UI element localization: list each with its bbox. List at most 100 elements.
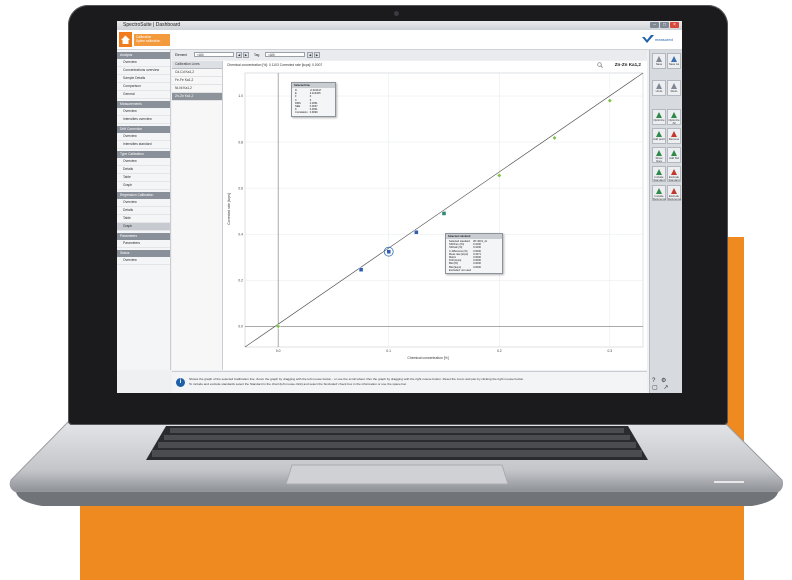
ribbon-button-label: Redo [670, 89, 678, 93]
ribbon-button[interactable]: Optimize All [667, 109, 681, 125]
app-header: Calibration Spline calibration measured [117, 30, 682, 50]
ribbon-button[interactable]: Add point [652, 128, 666, 144]
settings-icon[interactable]: ⚙ [661, 378, 668, 384]
sidebar-item[interactable]: Intensities standard [117, 141, 170, 149]
chart-panel: Chemical concentration [%]: 0.1103 Corre… [223, 61, 647, 370]
sidebar-item[interactable]: Overview [117, 199, 170, 207]
sidebar-item[interactable]: Graph [117, 223, 170, 231]
sidebar-item[interactable]: Concentrations overview [117, 67, 170, 75]
info-icon: i [176, 378, 185, 387]
ribbon-button[interactable]: Save [652, 53, 666, 69]
x-tick-label: 0.0 [276, 349, 281, 353]
sidebar-section-header[interactable]: Analysis [117, 52, 170, 59]
sidebar-item[interactable]: Overview [117, 133, 170, 141]
calibration-lines-panel: Calibration Lines Cd-Cd Ka1,2 Fe-Fe Ka1,2… [172, 61, 223, 370]
ribbon-button-label: Remove [668, 137, 680, 141]
sidebar-item[interactable]: Details [117, 207, 170, 215]
help-icon[interactable]: ? [652, 378, 657, 384]
sidebar-item[interactable]: General [117, 91, 170, 99]
camera-icon [394, 11, 399, 16]
ribbon-button[interactable]: Exclude Reference [667, 185, 681, 201]
sidebar-section-header[interactable]: Status [117, 250, 170, 257]
selected-line-popup: Selected line D -0.001617 E 3.213465 F 0 0 0 RMS… [291, 82, 336, 117]
selected-standard-popup-title: Selected standard [446, 234, 502, 239]
tag-label: Tag [254, 53, 260, 57]
ribbon-button[interactable]: Optimize [652, 109, 666, 125]
sidebar-item[interactable]: Sample Details [117, 75, 170, 83]
sidebar-item[interactable]: Table [117, 215, 170, 223]
calibration-name: Zn-Zn Ka1,2 [614, 62, 641, 67]
ribbon-button-label: Include Standard [653, 175, 665, 182]
sidebar-item[interactable]: Overview [117, 158, 170, 166]
sidebar-section-header[interactable]: Regression Calibration [117, 192, 170, 199]
data-point [441, 211, 447, 216]
ribbon-button[interactable]: Include Standard [652, 166, 666, 182]
y-tick-label: 0.0 [238, 324, 243, 328]
breadcrumb[interactable]: Calibration Spline calibration [134, 34, 170, 46]
calibration-line-item[interactable]: Ni-Ni Ka1,2 [172, 85, 222, 93]
home-button[interactable] [119, 32, 132, 47]
popup-value [472, 269, 488, 272]
calibration-line-item[interactable]: Zn-Zn Ka1,2 [172, 93, 222, 101]
ribbon-button-label: Save As [668, 62, 680, 66]
sidebar-item[interactable]: Table [117, 174, 170, 182]
ribbon-button[interactable]: Save As [667, 53, 681, 69]
popup-row: Correlation 0.9999 [294, 111, 322, 114]
ribbon-button-label: Show lines [655, 156, 663, 163]
sidebar-item[interactable]: Overview [117, 108, 170, 116]
calibration-chart[interactable]: 0.0 0.1 0.2 0.3 0.0 0.2 0.4 0.6 0.8 1.0 Chemical … [223, 69, 647, 369]
element-select[interactable]: <All> [194, 52, 234, 57]
ribbon-button[interactable]: Exclude Standard [667, 166, 681, 182]
status-bar: i Shows the graph of the selected Calibr… [172, 371, 647, 393]
y-axis-label: Corrected rate [kcps] [227, 193, 231, 225]
ribbon-button-label: Optimize All [668, 118, 680, 125]
filter-toolbar: Element <All> ◀ ▶ Tag <All> ◀ ▶ [172, 50, 647, 60]
sidebar-section-header[interactable]: Type Calibration [117, 151, 170, 158]
x-axis-label: Chemical concentration [%] [407, 356, 448, 360]
sidebar-item[interactable]: Graph [117, 182, 170, 190]
selected-line-table: D -0.001617 E 3.213465 F 0 0 0 RMS 0.0051 SEE 0.003… [294, 89, 322, 115]
home-icon [121, 35, 130, 44]
element-next-button[interactable]: ▶ [243, 52, 249, 58]
action-ribbon: Save Save As Undo Redo Optimize Optimize All A… [649, 50, 682, 393]
ribbon-button[interactable]: Undo [652, 80, 666, 96]
breadcrumb-line2: Spline calibration [136, 39, 161, 43]
sidebar-item[interactable]: Overview [117, 257, 170, 265]
sidebar-section-header[interactable]: Parameters [117, 233, 170, 240]
element-prev-button[interactable]: ◀ [236, 52, 242, 58]
ribbon-button[interactable]: Remove [667, 128, 681, 144]
sidebar-item[interactable]: Details [117, 166, 170, 174]
maximize-button[interactable]: □ [660, 22, 669, 28]
close-button[interactable]: × [670, 22, 679, 28]
ribbon-button[interactable]: Include Reference [652, 185, 666, 201]
x-tick-label: 0.3 [608, 349, 613, 353]
sidebar-item[interactable]: Comparison [117, 83, 170, 91]
popup-value: 0.9999 [309, 111, 318, 115]
calibration-line-item[interactable]: Fe-Fe Ka1,2 [172, 77, 222, 85]
calibration-lines-header: Calibration Lines [172, 61, 222, 69]
brand-name: measured [655, 37, 673, 42]
x-tick-label: 0.1 [386, 349, 391, 353]
ribbon-button[interactable]: Add Std [667, 147, 681, 163]
tag-next-button[interactable]: ▶ [314, 52, 320, 58]
ribbon-button[interactable]: Redo [667, 80, 681, 96]
sidebar-item[interactable]: Overview [117, 59, 170, 67]
ribbon-button-label: Save [655, 62, 663, 66]
sidebar-section-header[interactable]: Drift Correction [117, 126, 170, 133]
popup-key: Excluded: not used [449, 268, 472, 272]
help-icons: ? ⚙ ▢ ↗ [652, 377, 679, 391]
sidebar-section-header[interactable]: Measurements [117, 101, 170, 108]
minimize-button[interactable]: – [650, 22, 659, 28]
app-screen: SpectroSuite | Dashboard – □ × Calibrati… [117, 21, 682, 393]
calibration-line-item[interactable]: Cd-Cd Ka1,2 [172, 69, 222, 77]
tag-select[interactable]: <All> [265, 52, 305, 57]
ribbon-button[interactable]: Show lines [652, 147, 666, 163]
exit-icon[interactable]: ↗ [663, 385, 670, 391]
selected-standard-table: Selected standard ZP-4001_2c SDChem [%] 0.1… [448, 240, 488, 272]
window-icon[interactable]: ▢ [652, 385, 660, 391]
sidebar-item[interactable]: Intensities overview [117, 116, 170, 124]
y-tick-label: 0.4 [238, 232, 243, 236]
search-icon[interactable] [597, 62, 603, 68]
tag-prev-button[interactable]: ◀ [307, 52, 313, 58]
sidebar-item[interactable]: Parameters [117, 240, 170, 248]
